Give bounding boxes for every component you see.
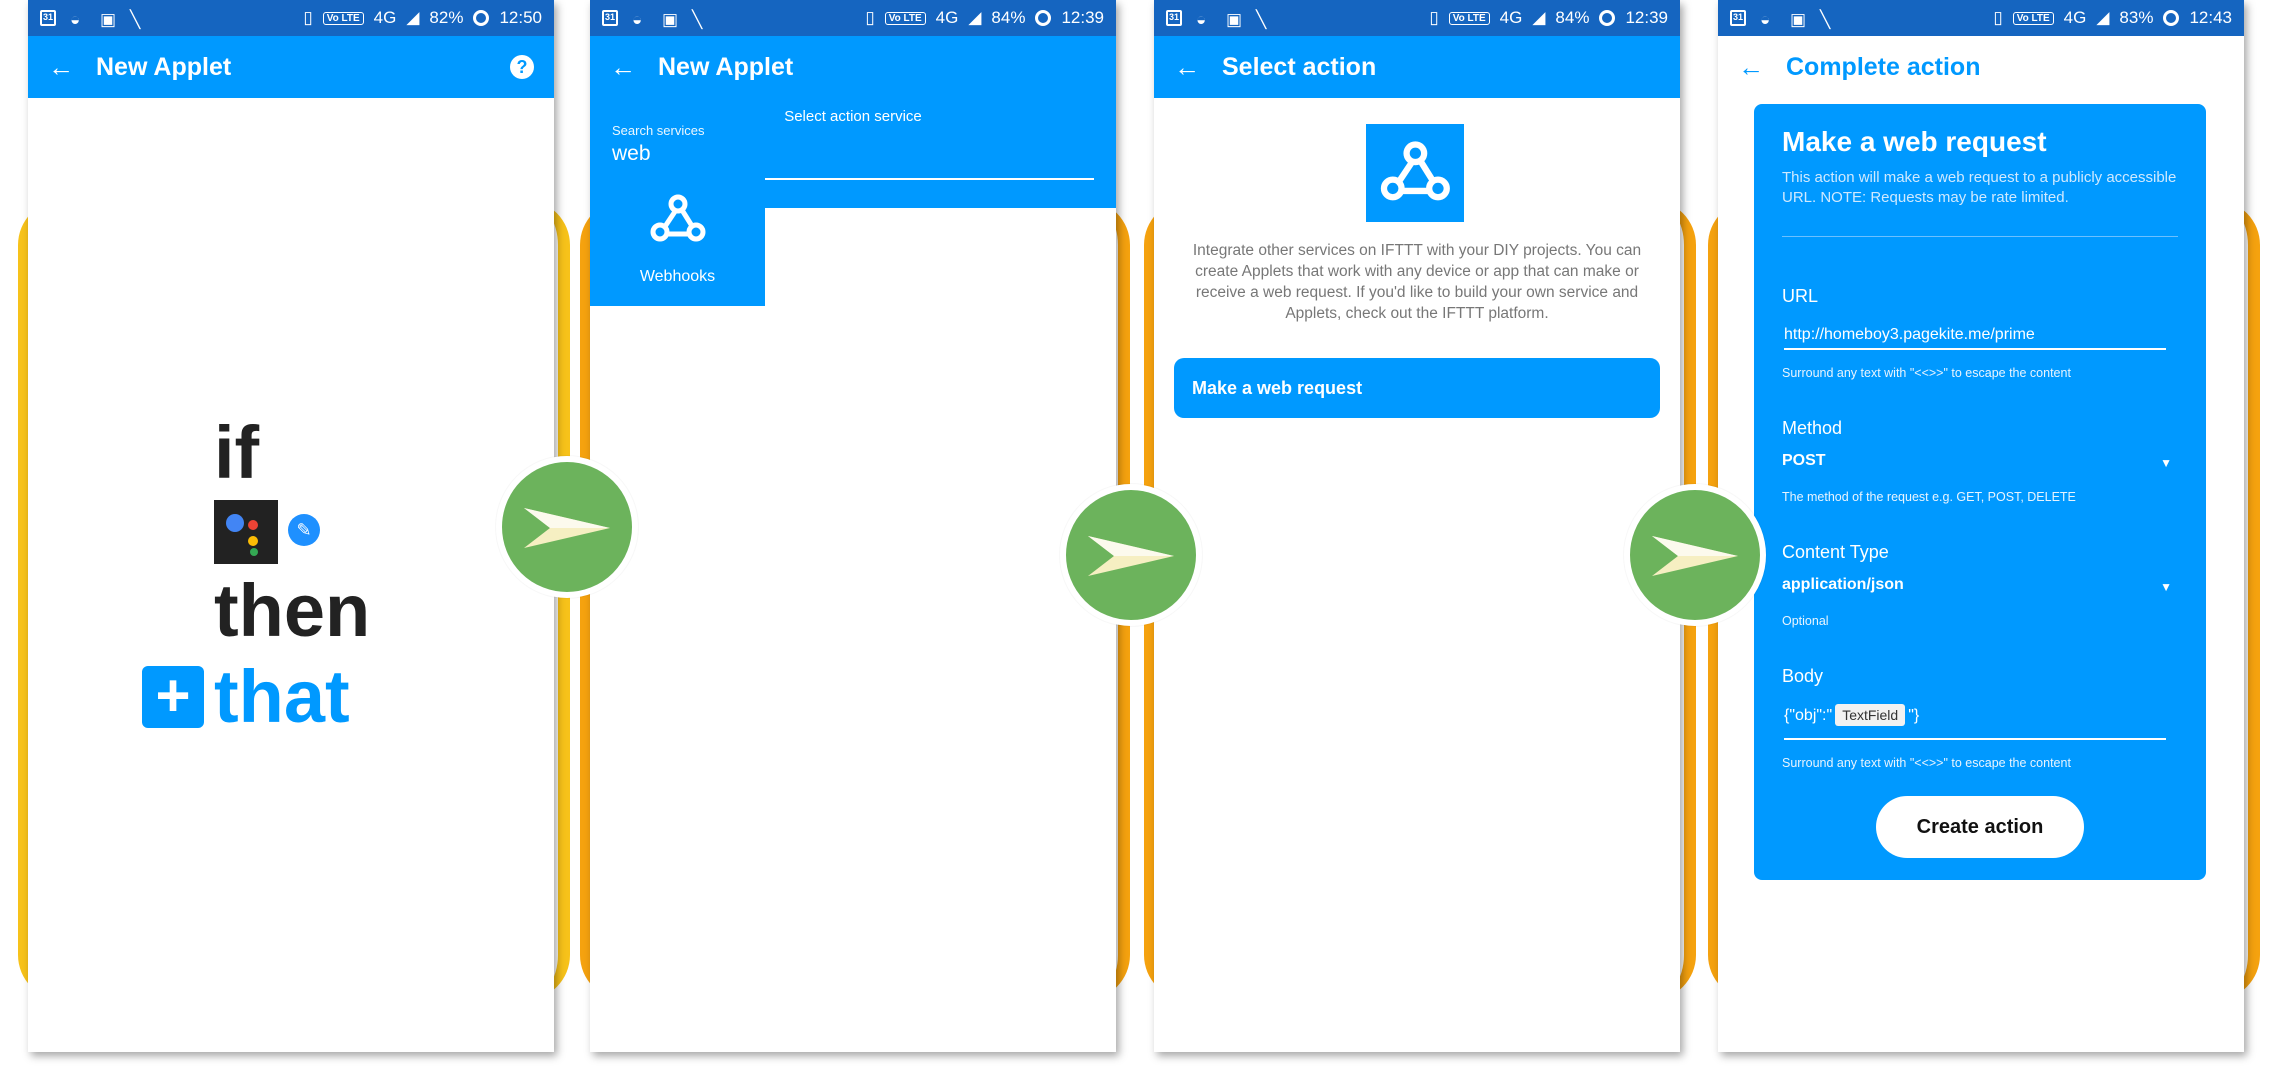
method-label: Method xyxy=(1782,418,1843,438)
vibrate-icon: ▯ xyxy=(1993,8,2003,27)
signal-off-icon: ╲ xyxy=(692,10,703,29)
content-type-label: Content Type xyxy=(1782,542,1889,562)
volte-badge: Vo LTE xyxy=(2012,11,2054,25)
if-label: if xyxy=(214,411,260,494)
back-arrow-icon[interactable]: ← xyxy=(1174,52,1222,83)
phone-screen-select-action: 31 ◒ ▣ ╲ ▯ Vo LTE 4G ◢ 84% 12:39 ← Selec… xyxy=(1154,0,1680,1052)
page-title: Select action xyxy=(1222,52,1377,81)
next-arrow-icon xyxy=(1624,484,1766,626)
notification-icon: ◒ xyxy=(632,10,643,29)
body-underline xyxy=(1784,738,2166,740)
edit-pencil-icon[interactable]: ✎ xyxy=(288,514,320,546)
url-label: URL xyxy=(1782,286,1819,306)
network-type: 4G xyxy=(935,8,959,27)
next-arrow-icon xyxy=(496,456,638,598)
calendar-icon: 31 xyxy=(1166,10,1182,26)
action-form-card: Make a web request This action will make… xyxy=(1754,104,2206,880)
page-title: New Applet xyxy=(658,52,794,81)
next-arrow-icon xyxy=(1060,484,1202,626)
search-label: Search services xyxy=(612,123,705,138)
phone-screen-complete-action: 31 ◒ ▣ ╲ ▯ Vo LTE 4G ◢ 83% 12:43 ← Compl… xyxy=(1718,0,2244,1052)
battery-icon xyxy=(1035,10,1052,26)
that-button[interactable]: that xyxy=(214,660,350,734)
make-web-request-button[interactable]: Make a web request xyxy=(1174,358,1660,418)
battery-icon xyxy=(2163,10,2180,26)
clock: 12:43 xyxy=(2189,8,2232,27)
app-bar: ← New Applet xyxy=(590,36,1116,98)
if-then-builder: if ✎ then + that xyxy=(28,0,554,1052)
clock: 12:39 xyxy=(1061,8,1104,27)
clock: 12:39 xyxy=(1625,8,1668,27)
body-prefix: {"obj":" xyxy=(1784,707,1833,724)
status-bar: 31 ◒ ▣ ╲ ▯ Vo LTE 4G ◢ 83% 12:43 xyxy=(1718,0,2244,36)
battery-level: 84% xyxy=(991,8,1026,27)
status-bar: 31 ◒ ▣ ╲ ▯ Vo LTE 4G ◢ 84% 12:39 xyxy=(1154,0,1680,36)
volte-badge: Vo LTE xyxy=(884,11,926,25)
body-label: Body xyxy=(1782,666,1824,686)
battery-icon xyxy=(1599,10,1616,26)
webhooks-icon xyxy=(1366,124,1464,222)
back-arrow-icon[interactable]: ← xyxy=(610,52,658,83)
battery-level: 84% xyxy=(1555,8,1590,27)
phone-screen-new-applet: 31 ◒ ▣ ╲ ▯ Vo LTE 4G ◢ 82% 12:50 ← New A… xyxy=(28,0,554,1052)
signal-icon: ◢ xyxy=(2096,8,2110,27)
service-tile-label: Webhooks xyxy=(639,268,716,285)
body-help: Surround any text with "<<>>" to escape … xyxy=(1782,756,2071,770)
content-type-select[interactable]: application/json xyxy=(1782,576,1904,594)
card-title: Make a web request xyxy=(1782,126,2047,157)
image-icon: ▣ xyxy=(1790,10,1807,29)
chevron-down-icon[interactable]: ▼ xyxy=(2160,456,2172,470)
app-bar: ← Complete action xyxy=(1718,36,2244,98)
chevron-down-icon[interactable]: ▼ xyxy=(2160,580,2172,594)
method-select[interactable]: POST xyxy=(1782,452,1826,470)
card-description: This action will make a web request to a… xyxy=(1782,169,2177,206)
signal-off-icon: ╲ xyxy=(1820,10,1831,29)
service-tile-webhooks[interactable]: Webhooks xyxy=(590,172,765,306)
notification-icon: ◒ xyxy=(1760,10,1771,29)
webhooks-icon xyxy=(650,194,705,242)
create-action-button[interactable]: Create action xyxy=(1876,796,2084,858)
image-icon: ▣ xyxy=(1226,10,1243,29)
back-arrow-icon[interactable]: ← xyxy=(1738,52,1786,83)
google-assistant-icon[interactable] xyxy=(214,500,278,564)
service-description: Integrate other services on IFTTT with y… xyxy=(1192,242,1642,322)
network-type: 4G xyxy=(2063,8,2087,27)
app-bar: ← Select action xyxy=(1154,36,1680,98)
signal-icon: ◢ xyxy=(968,8,982,27)
body-suffix: "} xyxy=(1908,707,1920,724)
network-type: 4G xyxy=(1499,8,1523,27)
content-type-help: Optional xyxy=(1782,614,1829,628)
url-underline xyxy=(1784,348,2166,350)
url-input[interactable]: http://homeboy3.pagekite.me/prime xyxy=(1784,326,2035,344)
body-input[interactable]: {"obj":" TextField "} xyxy=(1784,704,1919,726)
signal-off-icon: ╲ xyxy=(1256,10,1267,29)
page-title: Complete action xyxy=(1786,52,1981,81)
add-action-plus-icon[interactable]: + xyxy=(142,666,204,728)
ingredient-pill[interactable]: TextField xyxy=(1835,704,1906,726)
then-label: then xyxy=(214,569,371,652)
status-bar: 31 ◒ ▣ ╲ ▯ Vo LTE 4G ◢ 84% 12:39 xyxy=(590,0,1116,36)
calendar-icon: 31 xyxy=(602,10,618,26)
calendar-icon: 31 xyxy=(1730,10,1746,26)
divider xyxy=(1782,236,2178,237)
signal-icon: ◢ xyxy=(1532,8,1546,27)
vibrate-icon: ▯ xyxy=(865,8,875,27)
phone-screen-select-service: 31 ◒ ▣ ╲ ▯ Vo LTE 4G ◢ 84% 12:39 ← New A… xyxy=(590,0,1116,1052)
method-help: The method of the request e.g. GET, POST… xyxy=(1782,490,2076,504)
battery-level: 83% xyxy=(2119,8,2154,27)
vibrate-icon: ▯ xyxy=(1429,8,1439,27)
url-help: Surround any text with "<<>>" to escape … xyxy=(1782,366,2071,380)
volte-badge: Vo LTE xyxy=(1448,11,1490,25)
search-input[interactable]: web xyxy=(612,142,651,166)
notification-icon: ◒ xyxy=(1196,10,1207,29)
image-icon: ▣ xyxy=(662,10,679,29)
